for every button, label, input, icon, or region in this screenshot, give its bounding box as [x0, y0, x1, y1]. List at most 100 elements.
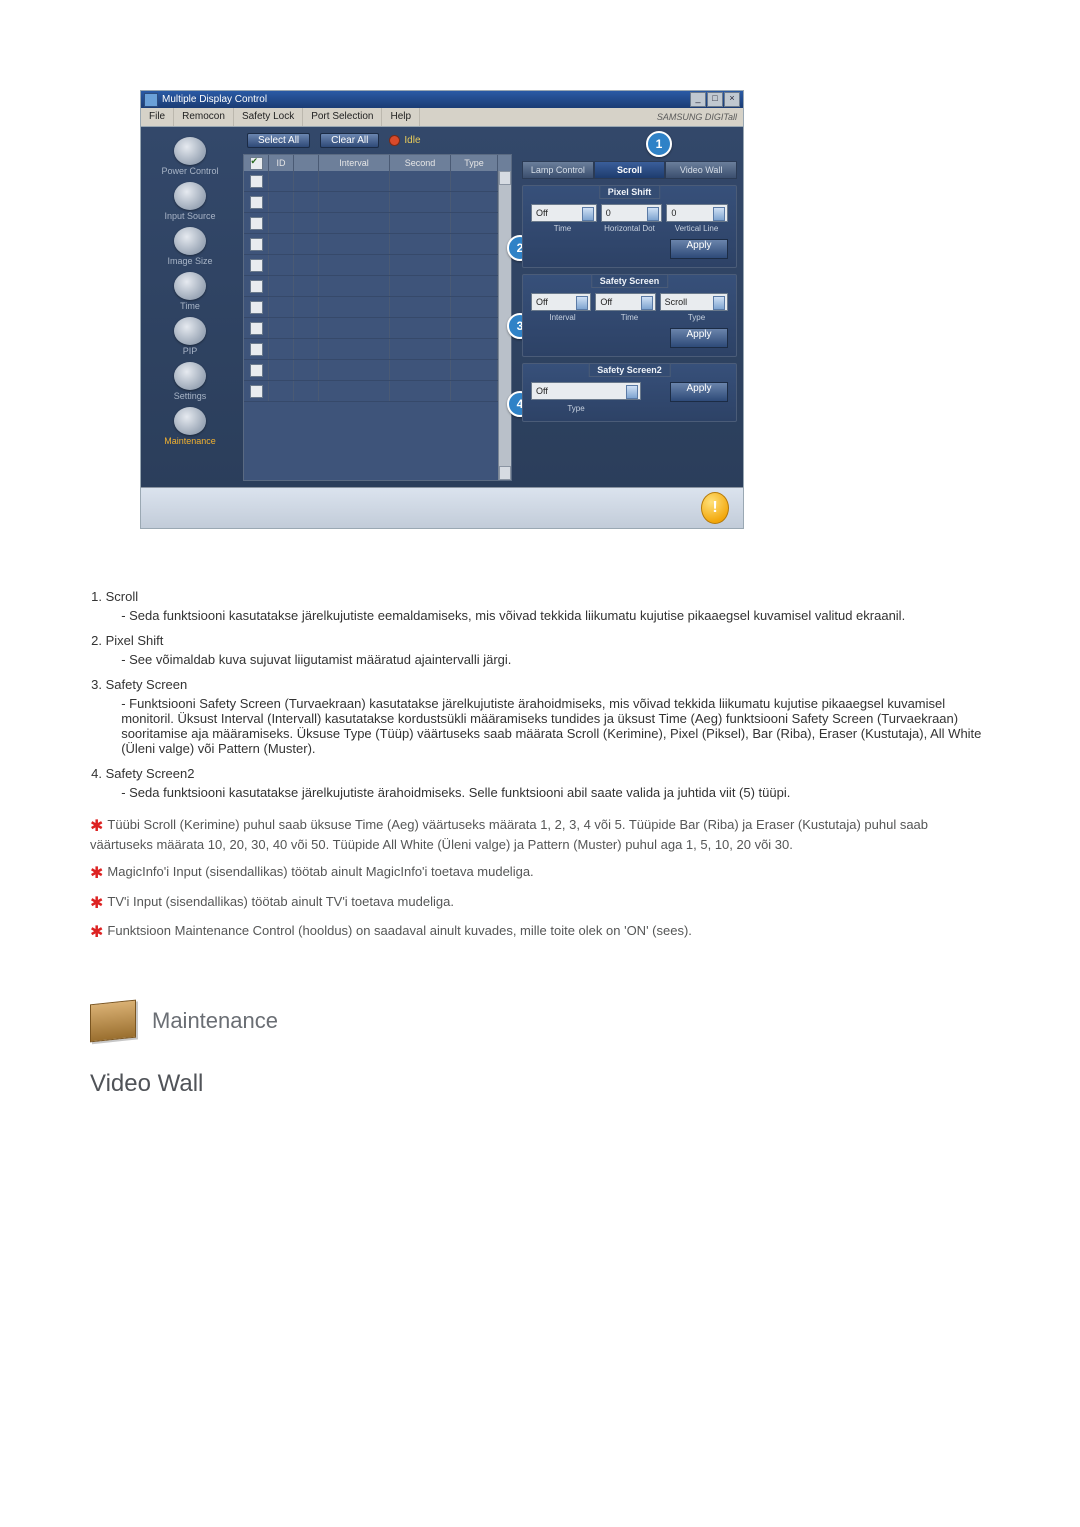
item-2-text: - See võimaldab kuva sujuvat liigutamist…	[121, 652, 990, 667]
table-row[interactable]	[244, 318, 511, 339]
left-sidebar: Power Control Input Source Image Size Ti…	[141, 127, 239, 487]
row-checkbox[interactable]	[250, 280, 263, 293]
brand-label: SAMSUNG DIGITall	[657, 112, 743, 122]
row-checkbox[interactable]	[250, 175, 263, 188]
table-row[interactable]	[244, 360, 511, 381]
nav-input-source[interactable]: Input Source	[150, 182, 230, 221]
row-checkbox[interactable]	[250, 196, 263, 209]
table-row[interactable]	[244, 171, 511, 192]
select-all-checkbox[interactable]	[250, 157, 263, 170]
sublabel-time: Time	[598, 313, 661, 322]
table-row[interactable]	[244, 381, 511, 402]
input-icon	[174, 182, 206, 210]
tab-video-wall[interactable]: Video Wall	[665, 161, 737, 179]
window-close-button[interactable]: ×	[724, 92, 740, 107]
table-row[interactable]	[244, 339, 511, 360]
col-thumb	[294, 155, 319, 171]
window-minimize-button[interactable]: _	[690, 92, 706, 107]
item-1-text: - Seda funktsiooni kasutatakse järelkuju…	[121, 608, 990, 623]
pixel-shift-apply-button[interactable]: Apply	[670, 239, 728, 259]
tab-lamp-control[interactable]: Lamp Control	[522, 161, 594, 179]
window-maximize-button[interactable]: □	[707, 92, 723, 107]
safety-screen-type-select[interactable]: Scroll	[660, 293, 728, 311]
col-id: ID	[269, 155, 294, 171]
pixel-shift-hdot-select[interactable]: 0	[601, 204, 663, 222]
menu-remocon[interactable]: Remocon	[174, 108, 234, 126]
safety-screen-apply-button[interactable]: Apply	[670, 328, 728, 348]
row-checkbox[interactable]	[250, 259, 263, 272]
table-row[interactable]	[244, 297, 511, 318]
nav-pip[interactable]: PIP	[150, 317, 230, 356]
maintenance-heading: Maintenance	[90, 1002, 990, 1040]
safety-screen-interval-select[interactable]: Off	[531, 293, 591, 311]
menu-port-selection[interactable]: Port Selection	[303, 108, 382, 126]
menu-safety-lock[interactable]: Safety Lock	[234, 108, 303, 126]
warning-icon: !	[701, 492, 729, 524]
panel-title: Safety Screen	[591, 274, 669, 288]
sublabel-time: Time	[531, 224, 594, 233]
mdc-window: Multiple Display Control _ □ × File Remo…	[140, 90, 744, 529]
idle-label: Idle	[404, 135, 420, 146]
sublabel-type: Type	[665, 313, 728, 322]
clear-all-button[interactable]: Clear All	[320, 133, 379, 148]
sublabel-vline: Vertical Line	[665, 224, 728, 233]
nav-settings[interactable]: Settings	[150, 362, 230, 401]
safety-screen-time-select[interactable]: Off	[595, 293, 655, 311]
display-grid: ID Interval Second Type	[243, 154, 512, 481]
sublabel-hdot: Horizontal Dot	[598, 224, 661, 233]
toolbar: Select All Clear All Idle	[243, 133, 512, 154]
menu-file[interactable]: File	[141, 108, 174, 126]
select-all-button[interactable]: Select All	[247, 133, 310, 148]
item-3-title: Safety Screen	[106, 677, 188, 692]
col-type: Type	[451, 155, 498, 171]
note-3: TV'i Input (sisendallikas) töötab ainult…	[107, 894, 454, 909]
row-checkbox[interactable]	[250, 364, 263, 377]
app-icon	[144, 93, 158, 107]
pixel-shift-onoff-select[interactable]: Off	[531, 204, 597, 222]
panel-title: Safety Screen2	[588, 363, 671, 377]
nav-time[interactable]: Time	[150, 272, 230, 311]
table-row[interactable]	[244, 276, 511, 297]
grid-header: ID Interval Second Type	[244, 155, 511, 171]
pixel-shift-vline-select[interactable]: 0	[666, 204, 728, 222]
panel-title: Pixel Shift	[599, 185, 661, 199]
box-icon	[90, 1000, 136, 1043]
panel-safety-screen2: Safety Screen2 Off Apply Type	[522, 363, 737, 422]
video-wall-heading: Video Wall	[90, 1070, 990, 1098]
table-row[interactable]	[244, 213, 511, 234]
tab-scroll[interactable]: Scroll	[594, 161, 666, 179]
row-checkbox[interactable]	[250, 238, 263, 251]
status-bar: !	[141, 487, 743, 528]
callout-1: 1	[646, 131, 672, 157]
maintenance-icon	[174, 407, 206, 435]
row-checkbox[interactable]	[250, 322, 263, 335]
panel-safety-screen: Safety Screen Off Off Scroll Interval Ti…	[522, 274, 737, 357]
time-icon	[174, 272, 206, 300]
item-4-text: - Seda funktsiooni kasutatakse järelkuju…	[121, 785, 990, 800]
star-icon: ✱	[90, 924, 103, 941]
nav-image-size[interactable]: Image Size	[150, 227, 230, 266]
safety-screen2-apply-button[interactable]: Apply	[670, 382, 728, 402]
item-4-title: Safety Screen2	[106, 766, 195, 781]
section-title: Maintenance	[152, 1008, 278, 1034]
row-checkbox[interactable]	[250, 385, 263, 398]
power-icon	[174, 137, 206, 165]
safety-screen2-type-select[interactable]: Off	[531, 382, 641, 400]
row-checkbox[interactable]	[250, 301, 263, 314]
window-title: Multiple Display Control	[162, 94, 690, 105]
nav-label: Image Size	[150, 256, 230, 266]
titlebar: Multiple Display Control _ □ ×	[141, 91, 743, 108]
nav-maintenance[interactable]: Maintenance	[150, 407, 230, 446]
note-4: Funktsioon Maintenance Control (hooldus)…	[107, 923, 692, 938]
row-checkbox[interactable]	[250, 343, 263, 356]
menu-help[interactable]: Help	[382, 108, 420, 126]
table-row[interactable]	[244, 255, 511, 276]
row-checkbox[interactable]	[250, 217, 263, 230]
image-size-icon	[174, 227, 206, 255]
table-row[interactable]	[244, 234, 511, 255]
feature-list: Scroll - Seda funktsiooni kasutatakse jä…	[90, 589, 990, 800]
table-row[interactable]	[244, 192, 511, 213]
nav-label: Time	[150, 301, 230, 311]
star-icon: ✱	[90, 865, 103, 882]
nav-power-control[interactable]: Power Control	[150, 137, 230, 176]
